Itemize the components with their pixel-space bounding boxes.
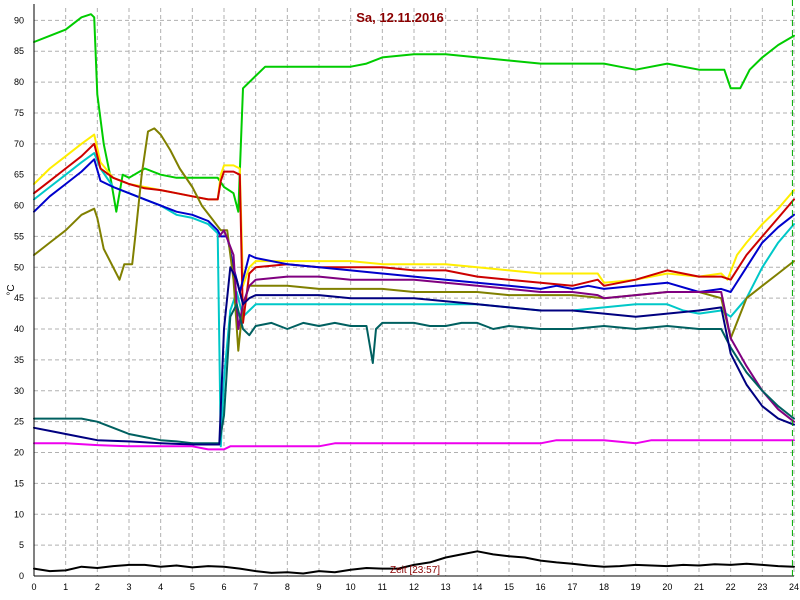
y-tick-label-15: 15 <box>14 478 24 488</box>
x-tick-label-6: 6 <box>221 582 226 592</box>
x-tick-label-10: 10 <box>346 582 356 592</box>
x-tick-label-12: 12 <box>409 582 419 592</box>
chart-background <box>0 0 800 600</box>
x-tick-label-22: 22 <box>726 582 736 592</box>
y-tick-label-0: 0 <box>19 571 24 581</box>
y-tick-label-50: 50 <box>14 262 24 272</box>
chart-root: 0 1 2 3 4 5 6 7 8 9 10 11 12 13 14 15 16 17 18 19 20 21 22 23 24… <box>0 0 800 600</box>
x-tick-label-2: 2 <box>95 582 100 592</box>
x-tick-label-3: 3 <box>126 582 131 592</box>
x-tick-label-21: 21 <box>694 582 704 592</box>
y-tick-label-30: 30 <box>14 386 24 396</box>
x-tick-label-8: 8 <box>285 582 290 592</box>
y-tick-label-55: 55 <box>14 231 24 241</box>
y-tick-label-85: 85 <box>14 46 24 56</box>
y-tick-label-25: 25 <box>14 417 24 427</box>
x-tick-label-14: 14 <box>472 582 482 592</box>
y-axis-label: °C <box>6 284 17 295</box>
x-tick-label-4: 4 <box>158 582 163 592</box>
x-tick-label-1: 1 <box>63 582 68 592</box>
x-tick-label-24: 24 <box>789 582 799 592</box>
y-tick-label-35: 35 <box>14 355 24 365</box>
x-tick-label-11: 11 <box>378 582 387 592</box>
x-tick-label-9: 9 <box>316 582 321 592</box>
x-tick-label-15: 15 <box>504 582 514 592</box>
y-tick-label-5: 5 <box>19 540 24 550</box>
y-tick-label-65: 65 <box>14 170 24 180</box>
time-annotation: Zeit [23:57] <box>390 565 440 576</box>
x-tick-label-19: 19 <box>631 582 641 592</box>
x-tick-label-20: 20 <box>662 582 672 592</box>
x-tick-label-23: 23 <box>757 582 767 592</box>
x-tick-label-16: 16 <box>536 582 546 592</box>
x-tick-label-13: 13 <box>441 582 451 592</box>
y-tick-label-90: 90 <box>14 15 24 25</box>
y-tick-label-60: 60 <box>14 201 24 211</box>
y-tick-label-80: 80 <box>14 77 24 87</box>
y-tick-label-70: 70 <box>14 139 24 149</box>
x-tick-label-0: 0 <box>31 582 36 592</box>
y-tick-label-10: 10 <box>14 509 24 519</box>
temperature-chart: 0 1 2 3 4 5 6 7 8 9 10 11 12 13 14 15 16 17 18 19 20 21 22 23 24… <box>0 0 800 600</box>
y-tick-label-75: 75 <box>14 108 24 118</box>
y-tick-label-20: 20 <box>14 448 24 458</box>
x-tick-label-18: 18 <box>599 582 609 592</box>
x-tick-label-7: 7 <box>253 582 258 592</box>
chart-title: Sa, 12.11.2016 <box>356 10 443 25</box>
y-tick-label-40: 40 <box>14 324 24 334</box>
x-tick-label-5: 5 <box>190 582 195 592</box>
x-tick-label-17: 17 <box>567 582 577 592</box>
